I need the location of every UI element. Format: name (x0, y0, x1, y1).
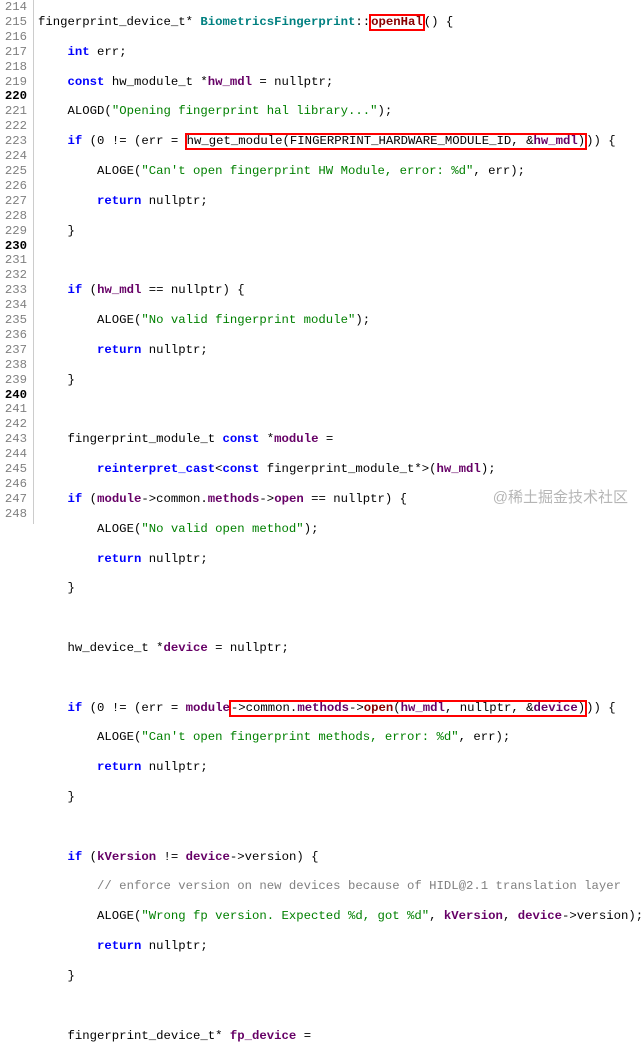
code-line[interactable]: if (0 != (err = module->common.methods->… (38, 701, 642, 716)
code-line[interactable]: ALOGE("No valid fingerprint module"); (38, 313, 642, 328)
code-line[interactable]: fingerprint_module_t const *module = (38, 432, 642, 447)
code-area[interactable]: fingerprint_device_t* BiometricsFingerpr… (34, 0, 642, 524)
line-number[interactable]: 227 (4, 194, 27, 209)
code-line[interactable]: if (0 != (err = hw_get_module(FINGERPRIN… (38, 134, 642, 149)
code-line[interactable]: return nullptr; (38, 194, 642, 209)
line-number[interactable]: 241 (4, 402, 27, 417)
line-number[interactable]: 229 (4, 224, 27, 239)
code-editor: 2142152162172182192202212222232242252262… (0, 0, 642, 524)
line-number[interactable]: 239 (4, 373, 27, 388)
code-line[interactable]: fingerprint_device_t* fp_device = (38, 1029, 642, 1044)
code-line[interactable] (38, 999, 642, 1014)
code-line[interactable]: fingerprint_device_t* BiometricsFingerpr… (38, 15, 642, 30)
line-number[interactable]: 226 (4, 179, 27, 194)
line-number[interactable]: 236 (4, 328, 27, 343)
code-line[interactable]: if (module->common.methods->open == null… (38, 492, 642, 507)
line-number[interactable]: 223 (4, 134, 27, 149)
line-number-gutter: 2142152162172182192202212222232242252262… (0, 0, 34, 524)
line-number[interactable]: 232 (4, 268, 27, 283)
code-line[interactable]: return nullptr; (38, 939, 642, 954)
code-line[interactable]: } (38, 581, 642, 596)
highlight-hw-get-module: hw_get_module(FINGERPRINT_HARDWARE_MODUL… (186, 134, 587, 149)
line-number[interactable]: 235 (4, 313, 27, 328)
code-line[interactable]: if (hw_mdl == nullptr) { (38, 283, 642, 298)
line-number[interactable]: 220 (4, 89, 27, 104)
line-number[interactable]: 218 (4, 60, 27, 75)
code-line[interactable] (38, 253, 642, 268)
line-number[interactable]: 224 (4, 149, 27, 164)
line-number[interactable]: 215 (4, 15, 27, 30)
code-line[interactable]: } (38, 969, 642, 984)
code-line[interactable]: // enforce version on new devices becaus… (38, 879, 642, 894)
line-number[interactable]: 221 (4, 104, 27, 119)
line-number[interactable]: 238 (4, 358, 27, 373)
code-line[interactable]: int err; (38, 45, 642, 60)
line-number[interactable]: 219 (4, 75, 27, 90)
highlight-module-open: ->common.methods->open(hw_mdl, nullptr, … (230, 701, 586, 716)
line-number[interactable]: 234 (4, 298, 27, 313)
line-number[interactable]: 230 (4, 239, 27, 254)
code-line[interactable] (38, 671, 642, 686)
line-number[interactable]: 231 (4, 253, 27, 268)
code-line[interactable]: } (38, 790, 642, 805)
line-number[interactable]: 245 (4, 462, 27, 477)
code-line[interactable]: return nullptr; (38, 760, 642, 775)
line-number[interactable]: 243 (4, 432, 27, 447)
code-line[interactable]: const hw_module_t *hw_mdl = nullptr; (38, 75, 642, 90)
code-line[interactable]: ALOGE("Can't open fingerprint HW Module,… (38, 164, 642, 179)
line-number[interactable]: 242 (4, 417, 27, 432)
code-line[interactable]: return nullptr; (38, 343, 642, 358)
code-line[interactable] (38, 820, 642, 835)
line-number[interactable]: 233 (4, 283, 27, 298)
line-number[interactable]: 216 (4, 30, 27, 45)
code-line[interactable]: ALOGE("Wrong fp version. Expected %d, go… (38, 909, 642, 924)
line-number[interactable]: 214 (4, 0, 27, 15)
line-number[interactable]: 237 (4, 343, 27, 358)
line-number[interactable]: 217 (4, 45, 27, 60)
code-line[interactable]: } (38, 224, 642, 239)
code-line[interactable]: return nullptr; (38, 552, 642, 567)
code-line[interactable]: hw_device_t *device = nullptr; (38, 641, 642, 656)
line-number[interactable]: 246 (4, 477, 27, 492)
line-number[interactable]: 240 (4, 388, 27, 403)
code-line[interactable]: ALOGE("Can't open fingerprint methods, e… (38, 730, 642, 745)
code-line[interactable]: reinterpret_cast<const fingerprint_modul… (38, 462, 642, 477)
line-number[interactable]: 247 (4, 492, 27, 507)
line-number[interactable]: 222 (4, 119, 27, 134)
code-line[interactable] (38, 611, 642, 626)
line-number[interactable]: 248 (4, 507, 27, 522)
highlight-openhal: openHal (370, 15, 424, 30)
line-number[interactable]: 244 (4, 447, 27, 462)
line-number[interactable]: 228 (4, 209, 27, 224)
code-line[interactable] (38, 402, 642, 417)
line-number[interactable]: 225 (4, 164, 27, 179)
code-line[interactable]: if (kVersion != device->version) { (38, 850, 642, 865)
code-line[interactable]: ALOGD("Opening fingerprint hal library..… (38, 104, 642, 119)
code-line[interactable]: } (38, 373, 642, 388)
